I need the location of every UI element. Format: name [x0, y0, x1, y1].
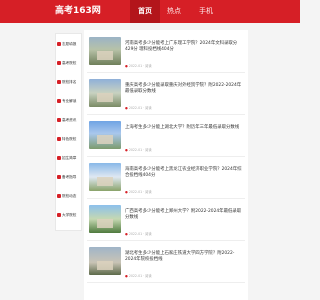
- article-card[interactable]: 湖北考生多少分能上石家庄铁道大学四方学院？附2022-2024年院校投档线 ● …: [87, 244, 245, 283]
- article-thumbnail[interactable]: [89, 37, 121, 65]
- article-meta-text: 2022-01 · 阅读: [128, 190, 152, 194]
- sidebar-item-label: 招生简章: [62, 156, 77, 160]
- sidebar-item-label: 高考院校: [62, 61, 77, 65]
- category-icon: [57, 80, 61, 84]
- category-icon: [57, 118, 61, 122]
- nav-mobile[interactable]: 手机: [192, 0, 220, 23]
- article-title[interactable]: 河南高考多少分能考上广东理工学院？2024年文科录取分429分 理科投档线404…: [125, 41, 245, 53]
- sidebar-item[interactable]: 志愿填报: [57, 39, 80, 49]
- sidebar-item-label: 特色院校: [62, 137, 77, 141]
- category-icon: [57, 42, 61, 46]
- sidebar-item-label: 大学院校: [62, 213, 77, 217]
- category-icon: [57, 156, 61, 160]
- article-list: 河南高考多少分能考上广东理工学院？2024年文科录取分429分 理科投档线404…: [84, 30, 248, 300]
- campus-building: [97, 177, 113, 186]
- category-icon: [57, 213, 61, 217]
- sidebar-item-label: 院校排名: [62, 80, 77, 84]
- campus-building: [97, 93, 113, 102]
- sidebar-item[interactable]: 专业解读: [57, 96, 80, 106]
- article-meta: ● 2022-01 · 阅读: [125, 231, 152, 236]
- meta-dot-icon: ●: [125, 148, 128, 152]
- article-title[interactable]: 重庆高考多少分能录取重庆对外经贸学院？附2022-2024年最低录取分数线: [125, 83, 245, 95]
- meta-dot-icon: ●: [125, 190, 128, 194]
- sidebar-item-label: 志愿填报: [62, 42, 77, 46]
- nav-hot[interactable]: 热点: [160, 0, 188, 23]
- sidebar-item[interactable]: 高考资讯: [57, 115, 80, 125]
- article-thumbnail[interactable]: [89, 205, 121, 233]
- sidebar-item[interactable]: 院校动态: [57, 191, 80, 201]
- article-meta-text: 2022-01 · 阅读: [128, 274, 152, 278]
- sidebar-item-label: 专业解读: [62, 99, 77, 103]
- site-logo[interactable]: 高考163网: [55, 4, 101, 18]
- meta-dot-icon: ●: [125, 274, 128, 278]
- article-thumbnail[interactable]: [89, 247, 121, 275]
- article-card[interactable]: 上海考生多少分能上湖北大学？附历年三年最低录取分数线 ● 2022-01 · 阅…: [87, 118, 245, 157]
- article-thumbnail[interactable]: [89, 163, 121, 191]
- sidebar-item-label: 院校动态: [62, 194, 77, 198]
- article-meta-text: 2022-01 · 阅读: [128, 232, 152, 236]
- article-title[interactable]: 海南高考多少分能考上黑龙江农业经济职业学院？2024年综合投档线404分: [125, 167, 245, 179]
- campus-building: [97, 51, 113, 60]
- sidebar-item-label: 高考资讯: [62, 118, 77, 122]
- article-meta: ● 2022-01 · 阅读: [125, 105, 152, 110]
- article-meta-text: 2022-01 · 阅读: [128, 148, 152, 152]
- category-icon: [57, 194, 61, 198]
- article-card[interactable]: 广西高考多少分能考上郑州大学？附2022-2024年最低录取分数线 ● 2022…: [87, 202, 245, 241]
- sidebar-item[interactable]: 大学院校: [57, 210, 80, 220]
- article-card[interactable]: 海南高考多少分能考上黑龙江农业经济职业学院？2024年综合投档线404分 ● 2…: [87, 160, 245, 199]
- sidebar-item-label: 备考指导: [62, 175, 77, 179]
- article-thumbnail[interactable]: [89, 121, 121, 149]
- article-meta: ● 2022-01 · 阅读: [125, 189, 152, 194]
- meta-dot-icon: ●: [125, 64, 128, 68]
- article-meta-text: 2022-01 · 阅读: [128, 64, 152, 68]
- sidebar-item[interactable]: 高考院校: [57, 58, 80, 68]
- campus-building: [97, 261, 113, 270]
- article-title[interactable]: 上海考生多少分能上湖北大学？附历年三年最低录取分数线: [125, 125, 245, 131]
- article-meta: ● 2022-01 · 阅读: [125, 63, 152, 68]
- category-icon: [57, 99, 61, 103]
- meta-dot-icon: ●: [125, 232, 128, 236]
- sidebar-item[interactable]: 招生简章: [57, 153, 80, 163]
- article-thumbnail[interactable]: [89, 79, 121, 107]
- meta-dot-icon: ●: [125, 106, 128, 110]
- category-icon: [57, 175, 61, 179]
- sidebar-item[interactable]: 院校排名: [57, 77, 80, 87]
- sidebar-item[interactable]: 备考指导: [57, 172, 80, 182]
- top-navigation-bar: 高考163网 首页 热点 手机: [0, 0, 300, 23]
- article-card[interactable]: 重庆高考多少分能录取重庆对外经贸学院？附2022-2024年最低录取分数线 ● …: [87, 76, 245, 115]
- category-icon: [57, 137, 61, 141]
- article-title[interactable]: 广西高考多少分能考上郑州大学？附2022-2024年最低录取分数线: [125, 209, 245, 221]
- campus-building: [97, 219, 113, 228]
- article-meta: ● 2022-01 · 阅读: [125, 273, 152, 278]
- category-icon: [57, 61, 61, 65]
- nav-home[interactable]: 首页: [130, 0, 160, 23]
- sidebar-item[interactable]: 特色院校: [57, 134, 80, 144]
- article-meta-text: 2022-01 · 阅读: [128, 106, 152, 110]
- article-meta: ● 2022-01 · 阅读: [125, 147, 152, 152]
- article-title[interactable]: 湖北考生多少分能上石家庄铁道大学四方学院？附2022-2024年院校投档线: [125, 251, 245, 263]
- article-card[interactable]: 河南高考多少分能考上广东理工学院？2024年文科录取分429分 理科投档线404…: [87, 34, 245, 73]
- campus-building: [97, 135, 113, 144]
- category-sidebar: 志愿填报 高考院校 院校排名 专业解读 高考资讯 特色院校 招生简章 备考指导 …: [55, 33, 82, 231]
